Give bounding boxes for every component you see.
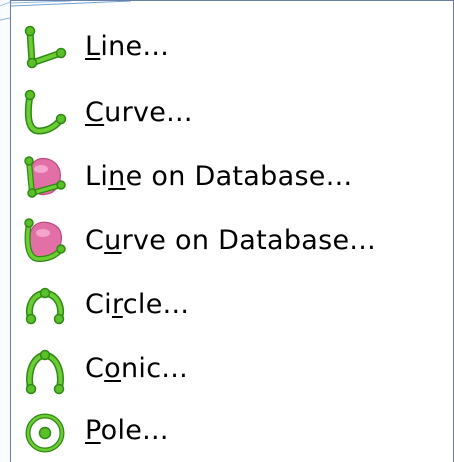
menu-item-label: Pole... bbox=[85, 415, 169, 446]
context-menu: Line... Curve... Line on Database... Cur… bbox=[10, 0, 454, 462]
menu-item-label: Line... bbox=[85, 31, 170, 62]
menu-item-label: Curve... bbox=[85, 97, 193, 128]
menu-item-circle[interactable]: Circle... bbox=[11, 275, 453, 339]
menu-item-label: Line on Database... bbox=[85, 161, 353, 192]
menu-top-decoration bbox=[11, 1, 132, 7]
menu-item-curve[interactable]: Curve... bbox=[11, 83, 453, 147]
circle-icon bbox=[17, 275, 73, 339]
menu-item-line-on-database[interactable]: Line on Database... bbox=[11, 147, 453, 211]
pole-icon bbox=[17, 401, 73, 462]
menu-item-label: Curve on Database... bbox=[85, 225, 377, 256]
menu-item-label: Conic... bbox=[85, 353, 188, 384]
line-icon bbox=[17, 17, 73, 81]
menu-item-line[interactable]: Line... bbox=[11, 17, 453, 81]
menu-item-label: Circle... bbox=[85, 289, 190, 320]
menu-item-pole[interactable]: Pole... bbox=[11, 401, 453, 462]
curve-on-database-icon bbox=[17, 211, 73, 275]
decorative-lines bbox=[0, 1, 10, 21]
conic-icon bbox=[17, 339, 73, 403]
line-on-database-icon bbox=[17, 147, 73, 211]
screen: Line... Curve... Line on Database... Cur… bbox=[0, 0, 454, 462]
menu-item-curve-on-database[interactable]: Curve on Database... bbox=[11, 211, 453, 275]
menu-item-conic[interactable]: Conic... bbox=[11, 339, 453, 403]
background-edge bbox=[0, 0, 10, 462]
curve-icon bbox=[17, 83, 73, 147]
